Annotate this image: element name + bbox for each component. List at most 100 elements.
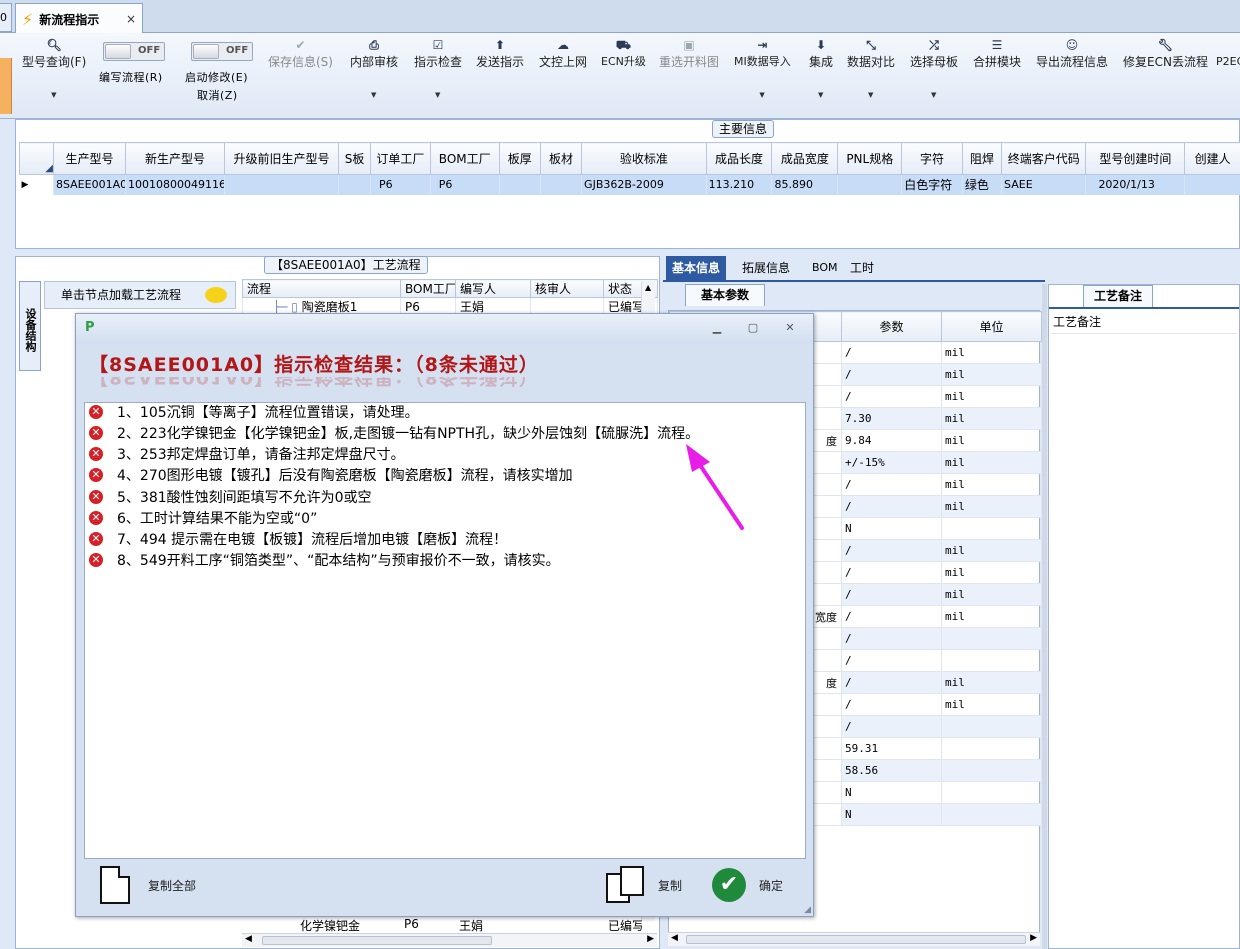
chevron-down-icon[interactable]: ▼ [51,91,56,99]
reselect-cutting-chart-button[interactable]: ▣ 重选开料图 [659,37,719,71]
cell[interactable]: P6 [430,174,500,195]
param-value[interactable]: +/-15% [841,451,942,474]
merge-module-button[interactable]: ☰ 合拼模块 [973,37,1021,71]
cell[interactable]: 113.210 [706,174,773,195]
col-header[interactable]: 编写人 [455,279,531,298]
param-unit[interactable]: mil [941,605,1042,628]
cell[interactable]: SAEE [1001,174,1087,195]
param-value[interactable]: / [841,649,942,672]
p2ec-button[interactable]: P2EC [1216,37,1240,71]
param-unit[interactable] [941,737,1042,760]
col-header[interactable]: 订单工厂 [370,142,431,175]
node-load-prompt[interactable]: 单击节点加载工艺流程 [44,281,236,309]
doc-control-online-button[interactable]: ☁ 文控上网 [539,37,587,71]
param-unit[interactable] [941,781,1042,804]
param-value[interactable]: N [841,803,942,826]
cell[interactable] [338,174,372,195]
col-header[interactable]: 板厚 [498,142,541,175]
cell[interactable] [1184,174,1240,195]
table-row[interactable]: ▶ 8SAEE001A0 10010800049116 P6 P6 GJB362… [19,174,1240,195]
col-header[interactable]: BOM工厂 [429,142,500,175]
left-collapsed-tab[interactable]: 0 [0,3,12,32]
cell[interactable]: P6 [370,174,431,195]
param-value[interactable]: 9.84 [841,429,942,452]
panel-splitter[interactable] [1042,284,1047,949]
col-header[interactable]: 单位 [941,311,1042,342]
tab-basic-params[interactable]: 基本参数 [685,284,765,306]
cell[interactable]: 10010800049116 [125,174,225,195]
col-header[interactable]: 板材 [539,142,583,175]
param-value[interactable]: / [841,583,942,606]
param-value[interactable]: / [841,539,942,562]
chevron-left-icon[interactable]: ◀ [671,933,678,943]
start-modify-switch[interactable]: OFF [191,42,253,61]
close-icon[interactable]: × [126,12,136,26]
param-value[interactable]: / [841,627,942,650]
col-header[interactable]: BOM工厂 [400,279,456,298]
param-value[interactable]: 59.31 [841,737,942,760]
param-value[interactable]: / [841,363,942,386]
tab-work-hours[interactable]: 工时 [844,256,880,280]
tab-new-flow-instruction[interactable]: ⚡ 新流程指示 × [15,3,143,34]
param-unit[interactable]: mil [941,451,1042,474]
param-value[interactable]: 58.56 [841,759,942,782]
edit-flow-switch[interactable]: OFF [103,42,165,61]
param-unit[interactable]: mil [941,693,1042,716]
send-instruction-button[interactable]: ⬆ 发送指示 [476,37,524,71]
chevron-down-icon[interactable]: ▼ [931,91,936,99]
col-header[interactable]: 验收标准 [581,142,707,175]
data-compare-button[interactable]: ⤡ 数据对比 ▼ [847,37,895,99]
ecn-upgrade-button[interactable]: ⛟ ECN升级 [601,37,646,71]
tab-bom[interactable]: BOM [806,256,844,280]
list-item[interactable]: ✕ 5、381酸性蚀刻间距填写不允许为0或空 [89,486,372,507]
internal-review-button[interactable]: ⎙ 内部审核 ▼ [350,37,398,99]
param-unit[interactable]: mil [941,363,1042,386]
cell[interactable]: 白色字符 [901,174,963,195]
mi-data-import-button[interactable]: ⇥ MI数据导入 ▼ [734,37,791,99]
col-header[interactable]: 新生产型号 [125,142,225,175]
cell[interactable] [540,174,583,195]
chevron-up-icon[interactable]: ▲ [645,283,651,292]
param-value[interactable]: / [841,693,942,716]
select-mother-board-button[interactable]: ⤮ 选择母板 ▼ [910,37,958,99]
horizontal-scrollbar[interactable]: ◀ ▶ [668,932,1040,946]
param-unit[interactable] [941,715,1042,738]
cell[interactable] [837,174,903,195]
param-unit[interactable] [941,627,1042,650]
scrollbar-thumb[interactable] [686,935,1026,944]
minimize-icon[interactable]: ▁ [706,320,728,336]
param-unit[interactable]: mil [941,407,1042,430]
list-item[interactable]: ✕ 1、105沉铜【等离子】流程位置错误，请处理。 [89,401,419,422]
param-unit[interactable]: mil [941,429,1042,452]
cell[interactable]: 2020/1/13 [1085,174,1186,195]
list-item[interactable]: ✕ 7、494 提示需在电镀【板镀】流程后增加电镀【磨板】流程！ [89,528,507,549]
param-value[interactable]: / [841,671,942,694]
col-header[interactable]: 型号创建时间 [1085,142,1186,175]
save-info-button[interactable]: ✔ 保存信息(S) [268,37,333,71]
list-item[interactable]: ✕ 3、253邦定焊盘订单，请备注邦定焊盘尺寸。 [89,443,405,464]
tab-extended-info[interactable]: 拓展信息 [736,256,796,280]
cell[interactable] [499,174,541,195]
list-item[interactable]: ✕ 6、工时计算结果不能为空或“0” [89,507,317,528]
model-query-button[interactable]: 🔍︎ 型号查询(F) ▼ [22,37,86,99]
param-value[interactable]: / [841,561,942,584]
cell[interactable]: 85.890 [771,174,839,195]
param-value[interactable]: / [841,385,942,408]
param-unit[interactable]: mil [941,671,1042,694]
cell[interactable]: 绿色 [962,174,1003,195]
param-unit[interactable]: mil [941,473,1042,496]
close-icon[interactable]: ✕ [779,320,801,336]
chevron-down-icon[interactable]: ▼ [868,91,873,99]
resize-grip-icon[interactable]: ◢ [804,905,811,915]
cell[interactable]: GJB362B-2009 [581,174,707,195]
param-value[interactable]: N [841,517,942,540]
chevron-down-icon[interactable]: ▼ [818,91,823,99]
cancel-modify-button[interactable]: 取消(Z) [197,87,238,103]
param-unit[interactable] [941,803,1042,826]
maximize-icon[interactable]: ▢ [742,320,764,336]
export-flow-info-button[interactable]: ☺ 导出流程信息 [1036,37,1108,71]
col-header[interactable]: 流程 [242,279,401,298]
instruction-check-button[interactable]: ☑ 指示检查 ▼ [414,37,462,99]
param-value[interactable]: / [841,495,942,518]
param-unit[interactable]: mil [941,385,1042,408]
